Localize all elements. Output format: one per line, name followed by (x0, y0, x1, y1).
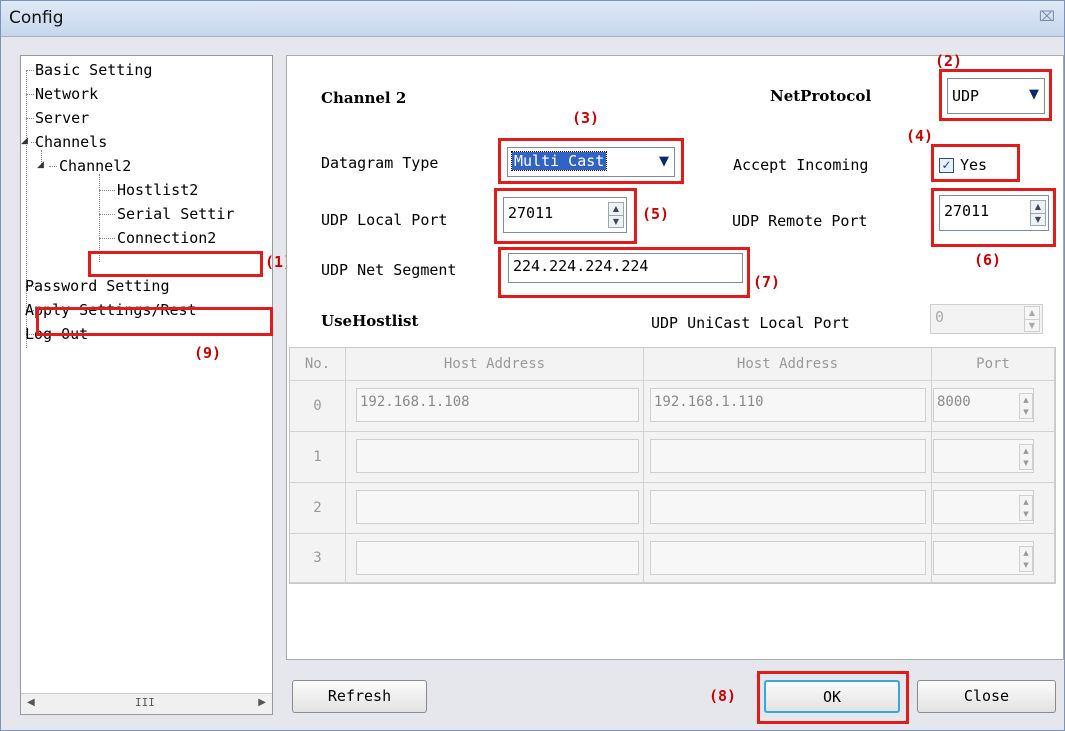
tree-item-network[interactable]: Network (35, 85, 98, 103)
annotation-box-net-protocol (939, 69, 1052, 121)
table-row-number: 0 (290, 381, 346, 432)
udp-remote-port-label: UDP Remote Port (732, 212, 868, 230)
hostlist-table: No. Host Address Host Address Port 0 192… (289, 347, 1056, 584)
port-spin-buttons[interactable]: ▲ ▼ (1019, 546, 1033, 572)
annotation-box-apply-settings (36, 307, 273, 336)
tree-horizontal-scrollbar[interactable]: ◀ III ▶ (21, 693, 272, 714)
tree-item-server[interactable]: Server (35, 109, 89, 127)
close-icon[interactable]: ⌧ (1038, 9, 1056, 25)
table-row-number: 3 (290, 534, 346, 583)
channel-title: Channel 2 (321, 89, 407, 107)
annotation-label-2: (2) (935, 52, 963, 70)
column-header-port: Port (932, 348, 1055, 381)
tree-item-basic-setting[interactable]: Basic Setting (35, 61, 152, 79)
tree-connector (26, 118, 34, 119)
annotation-box-ok (757, 671, 909, 724)
spin-buttons[interactable]: ▲ ▼ (1024, 306, 1040, 332)
tree-connector (49, 166, 57, 167)
expanded-triangle-icon[interactable]: ◢ (37, 160, 44, 170)
udp-net-segment-label: UDP Net Segment (321, 261, 457, 279)
tree-connector (26, 70, 34, 71)
use-hostlist-label: UseHostlist (321, 312, 419, 330)
tree-connector (99, 174, 100, 262)
host-address-input[interactable]: 192.168.1.110 (650, 388, 926, 422)
host-address-input[interactable] (356, 490, 639, 524)
annotation-box-udp-local-port (494, 188, 637, 244)
scroll-left-icon[interactable]: ◀ (27, 697, 35, 708)
config-window: Config ⌧ ◢ ◢ Basic Setting Network Serve… (0, 0, 1065, 731)
host-address-input[interactable] (650, 490, 926, 524)
scroll-right-icon[interactable]: ▶ (258, 697, 266, 708)
table-row-number: 1 (290, 432, 346, 483)
scroll-thumb-grip[interactable]: III (135, 696, 155, 709)
tree-item-hostlist2[interactable]: Hostlist2 (117, 181, 198, 199)
annotation-box-udp-remote-port (931, 188, 1056, 247)
host-address-input[interactable] (356, 541, 639, 575)
datagram-type-label: Datagram Type (321, 154, 439, 172)
tree-connector (99, 214, 115, 215)
spin-up-icon: ▲ (1025, 307, 1039, 320)
annotation-box-connection2 (88, 251, 263, 277)
annotation-label-4: (4) (906, 127, 934, 145)
host-address-input[interactable]: 192.168.1.108 (356, 388, 639, 422)
annotation-label-9: (9) (194, 344, 222, 362)
tree-connector (99, 238, 115, 239)
tree-item-serial-settings[interactable]: Serial Settir (117, 205, 234, 223)
tree-connector (99, 190, 115, 191)
udp-unicast-local-port-stepper[interactable]: 0 ▲ ▼ (930, 304, 1043, 334)
close-button[interactable]: Close (917, 680, 1056, 713)
column-header-host-address: Host Address (346, 348, 644, 381)
annotation-label-7: (7) (753, 273, 781, 291)
udp-unicast-local-port-label: UDP UniCast Local Port (651, 314, 850, 332)
expanded-triangle-icon[interactable]: ◢ (21, 136, 28, 146)
tree-item-channel2[interactable]: Channel2 (59, 157, 131, 175)
port-spin-buttons[interactable]: ▲ ▼ (1019, 393, 1033, 419)
net-protocol-label: NetProtocol (770, 87, 872, 105)
port-spin-buttons[interactable]: ▲ ▼ (1019, 444, 1033, 470)
tree-item-channels[interactable]: Channels (35, 133, 107, 151)
annotation-label-6: (6) (974, 251, 1002, 269)
annotation-label-5: (5) (642, 205, 670, 223)
port-spin-buttons[interactable]: ▲ ▼ (1019, 495, 1033, 521)
settings-tree: ◢ ◢ Basic Setting Network Server Channel… (20, 55, 273, 715)
host-address-input[interactable] (650, 541, 926, 575)
window-title: Config (9, 8, 64, 28)
annotation-label-8: (8) (709, 687, 737, 705)
tree-item-connection2[interactable]: Connection2 (117, 229, 216, 247)
table-row-number: 2 (290, 483, 346, 534)
udp-local-port-label: UDP Local Port (321, 211, 448, 229)
accept-incoming-label: Accept Incoming (733, 156, 869, 174)
tree-connector (26, 94, 34, 95)
annotation-box-udp-net-segment (498, 247, 750, 298)
column-header-no: No. (290, 348, 346, 381)
column-header-host-address: Host Address (644, 348, 932, 381)
annotation-box-accept-incoming (931, 144, 1020, 182)
spin-down-icon: ▼ (1028, 321, 1036, 330)
annotation-label-3: (3) (572, 109, 600, 127)
refresh-button[interactable]: Refresh (292, 680, 427, 713)
title-bar: Config ⌧ (1, 1, 1064, 37)
annotation-box-datagram-type (498, 138, 684, 184)
host-address-input[interactable] (356, 439, 639, 473)
host-address-input[interactable] (650, 439, 926, 473)
tree-item-password-setting[interactable]: Password Setting (25, 277, 170, 295)
